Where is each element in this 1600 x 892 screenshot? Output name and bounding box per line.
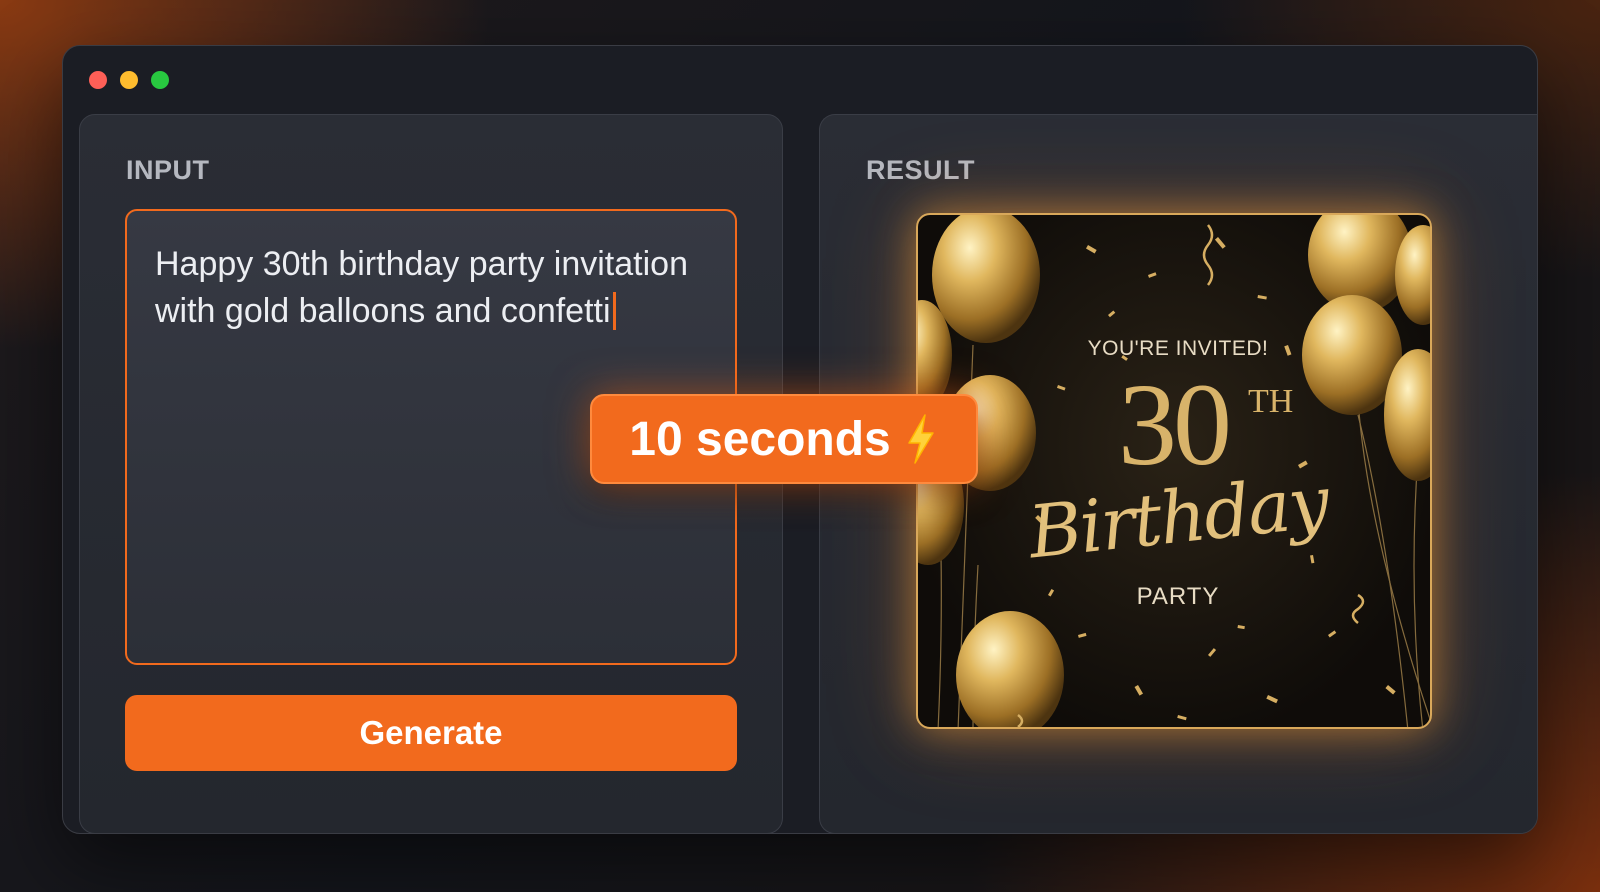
close-window-button[interactable] <box>89 71 107 89</box>
generation-time-text: 10 seconds <box>629 412 891 466</box>
lightning-bolt-icon <box>907 414 934 464</box>
result-panel-label: RESULT <box>866 155 975 185</box>
window-controls <box>89 71 169 89</box>
invitation-superscript: TH <box>1248 383 1294 420</box>
generated-invitation-image[interactable]: YOU'RE INVITED! 30 TH Birthday PARTY <box>916 213 1432 729</box>
maximize-window-button[interactable] <box>151 71 169 89</box>
invitation-headline: YOU'RE INVITED! <box>1087 337 1269 360</box>
invitation-subtitle: PARTY <box>1136 583 1220 610</box>
text-caret <box>612 292 616 330</box>
minimize-window-button[interactable] <box>120 71 138 89</box>
generate-button[interactable]: Generate <box>125 695 737 771</box>
generation-time-badge: 10 seconds <box>590 394 978 484</box>
prompt-text: Happy 30th birthday party invitation wit… <box>155 245 688 330</box>
input-panel-label: INPUT <box>126 155 210 185</box>
invitation-number: 30 <box>1118 359 1232 490</box>
